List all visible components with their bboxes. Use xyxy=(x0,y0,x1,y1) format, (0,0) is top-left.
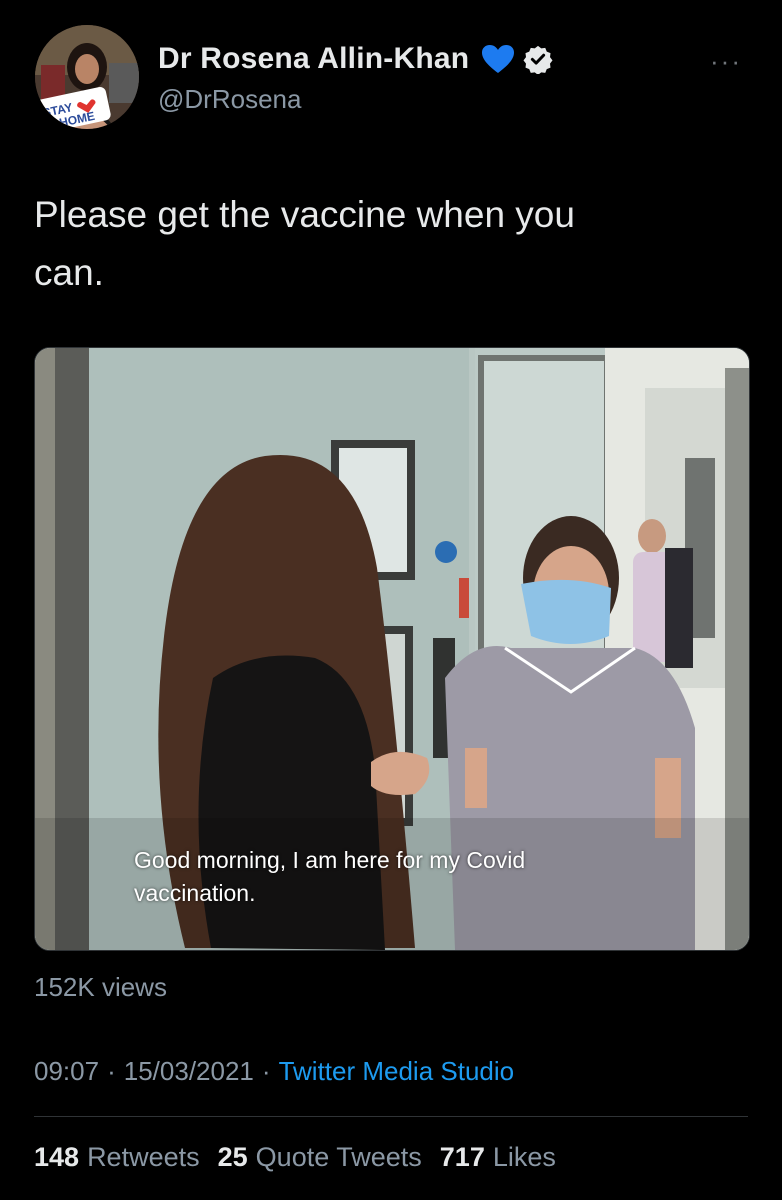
tweet-source-link[interactable]: Twitter Media Studio xyxy=(279,1056,515,1087)
video-caption: Good morning, I am here for my Covid vac… xyxy=(134,847,526,906)
divider xyxy=(34,1116,748,1117)
view-count: 152K views xyxy=(34,972,167,1002)
tweet-header: STAY HOME Dr Rosena Allin-Khan @DrRosena… xyxy=(0,0,782,140)
likes-stat[interactable]: 717 Likes xyxy=(440,1142,556,1173)
retweets-stat[interactable]: 148 Retweets xyxy=(34,1142,200,1173)
engagement-stats: 148 Retweets 25 Quote Tweets 717 Likes xyxy=(34,1142,574,1173)
retweets-count: 148 xyxy=(34,1142,80,1172)
tweet-time[interactable]: 09:07 xyxy=(34,1056,99,1087)
video-player[interactable]: Good morning, I am here for my Covid vac… xyxy=(34,347,750,951)
separator-dot: · xyxy=(261,1056,271,1086)
tweet-metadata: 09:07 · 15/03/2021 · Twitter Media Studi… xyxy=(34,1056,514,1087)
quote-tweets-stat[interactable]: 25 Quote Tweets xyxy=(218,1142,422,1173)
avatar[interactable]: STAY HOME xyxy=(35,25,139,129)
author-display-name[interactable]: Dr Rosena Allin-Khan xyxy=(158,42,469,76)
separator-dot: · xyxy=(107,1056,116,1086)
tweet-text: Please get the vaccine when you can. xyxy=(34,194,575,293)
likes-label: Likes xyxy=(492,1142,556,1172)
author-handle[interactable]: @DrRosena xyxy=(158,84,301,115)
tweet-date[interactable]: 15/03/2021 xyxy=(124,1056,254,1087)
blue-heart-icon xyxy=(482,45,515,73)
quote-tweets-label: Quote Tweets xyxy=(255,1142,422,1172)
verified-badge-icon xyxy=(523,45,553,74)
author-name-row: Dr Rosena Allin-Khan xyxy=(158,42,553,76)
likes-count: 717 xyxy=(439,1142,485,1172)
retweets-label: Retweets xyxy=(87,1142,200,1172)
more-options-icon[interactable]: ··· xyxy=(710,48,742,74)
quote-tweets-count: 25 xyxy=(217,1142,248,1172)
